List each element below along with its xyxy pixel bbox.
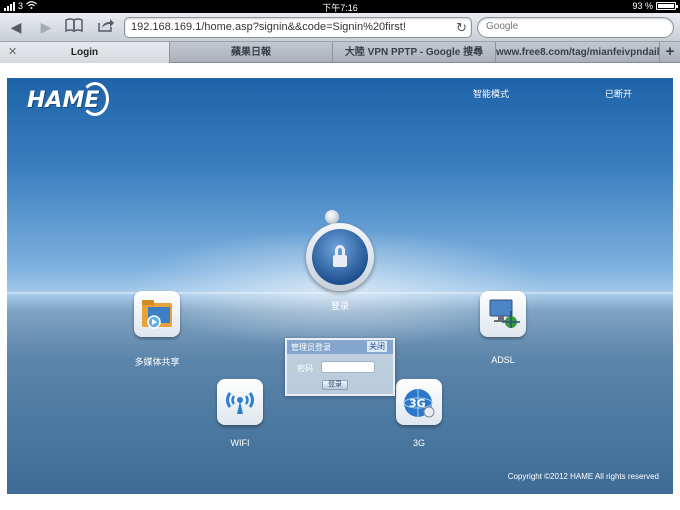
forward-arrow-icon[interactable]: ▶ xyxy=(36,18,56,36)
tab-apple-daily[interactable]: 蘋果日報 xyxy=(170,42,333,63)
admin-login-dialog: 管理员登录 关闭 密码 登录 xyxy=(285,338,395,396)
login-lock-button[interactable] xyxy=(306,223,374,291)
back-arrow-icon[interactable]: ◀ xyxy=(6,18,26,36)
tab-google-search[interactable]: 大陸 VPN PPTP - Google 搜尋 xyxy=(333,42,496,63)
search-bar[interactable] xyxy=(477,17,674,38)
close-tab-icon[interactable]: ✕ xyxy=(8,42,17,63)
reload-icon[interactable]: ↻ xyxy=(456,20,467,36)
login-submit-button[interactable]: 登录 xyxy=(322,380,348,390)
wifi-antenna-icon xyxy=(226,392,254,414)
svg-text:3G: 3G xyxy=(409,397,426,410)
battery-fill xyxy=(658,4,674,8)
3g-globe-icon: 3G xyxy=(403,389,435,418)
copyright-text: Copyright ©2012 HAME All rights reserved xyxy=(507,472,659,481)
dialog-title: 管理员登录 xyxy=(291,343,331,352)
status-bar: 3 下午7:16 93 % xyxy=(0,0,680,13)
address-bar-url: 192.168.169.1/home.asp?signin&&code=Sign… xyxy=(131,21,406,33)
share-icon[interactable] xyxy=(96,18,116,36)
tab-bar: ✕ Login 蘋果日報 大陸 VPN PPTP - Google 搜尋 www… xyxy=(0,42,680,63)
search-input[interactable] xyxy=(486,21,666,32)
tab-label: 大陸 VPN PPTP - Google 搜尋 xyxy=(344,47,484,58)
adsl-label: ADSL xyxy=(491,355,515,365)
adsl-button[interactable] xyxy=(480,291,526,337)
tab-label: www.free8.com/tag/mianfeivpndaili xyxy=(496,47,660,58)
tab-label: 蘋果日報 xyxy=(231,47,271,58)
logo-swoosh-icon xyxy=(81,82,109,116)
network-computer-icon xyxy=(489,299,520,328)
tab-free8[interactable]: www.free8.com/tag/mianfeivpndaili xyxy=(496,42,660,63)
address-bar[interactable]: 192.168.169.1/home.asp?signin&&code=Sign… xyxy=(124,17,472,38)
tab-login[interactable]: ✕ Login xyxy=(0,42,170,63)
password-label: 密码 xyxy=(297,364,313,373)
3g-button[interactable]: 3G xyxy=(396,379,442,425)
smart-mode-link[interactable]: 智能模式 xyxy=(473,87,509,100)
password-input[interactable] xyxy=(321,361,375,373)
lock-icon xyxy=(312,229,368,285)
battery-percentage: 93 % xyxy=(632,1,653,11)
dialog-header: 管理员登录 关闭 xyxy=(287,340,393,354)
media-folder-icon xyxy=(142,300,172,329)
router-login-page: HAME 智能模式 已断开 登录 多媒体共享 ADSL WIFI 3G 3G 管… xyxy=(7,78,673,494)
dialog-close-button[interactable]: 关闭 xyxy=(367,341,387,352)
lock-knob-icon xyxy=(325,210,339,224)
new-tab-plus-icon[interactable]: + xyxy=(660,42,680,63)
connection-status: 已断开 xyxy=(605,89,633,99)
multimedia-share-button[interactable] xyxy=(134,291,180,337)
wifi-button[interactable] xyxy=(217,379,263,425)
login-icon-label: 登录 xyxy=(330,301,349,311)
bookmarks-book-icon[interactable] xyxy=(64,18,84,36)
3g-label: 3G xyxy=(412,438,425,448)
browser-toolbar: ◀ ▶ 192.168.169.1/home.asp?signin&&code=… xyxy=(0,13,680,42)
multimedia-share-label: 多媒体共享 xyxy=(134,357,180,367)
wifi-label: WIFI xyxy=(230,438,250,448)
horizon-line xyxy=(7,292,673,294)
battery-icon xyxy=(656,2,678,10)
tab-label: Login xyxy=(70,47,99,58)
